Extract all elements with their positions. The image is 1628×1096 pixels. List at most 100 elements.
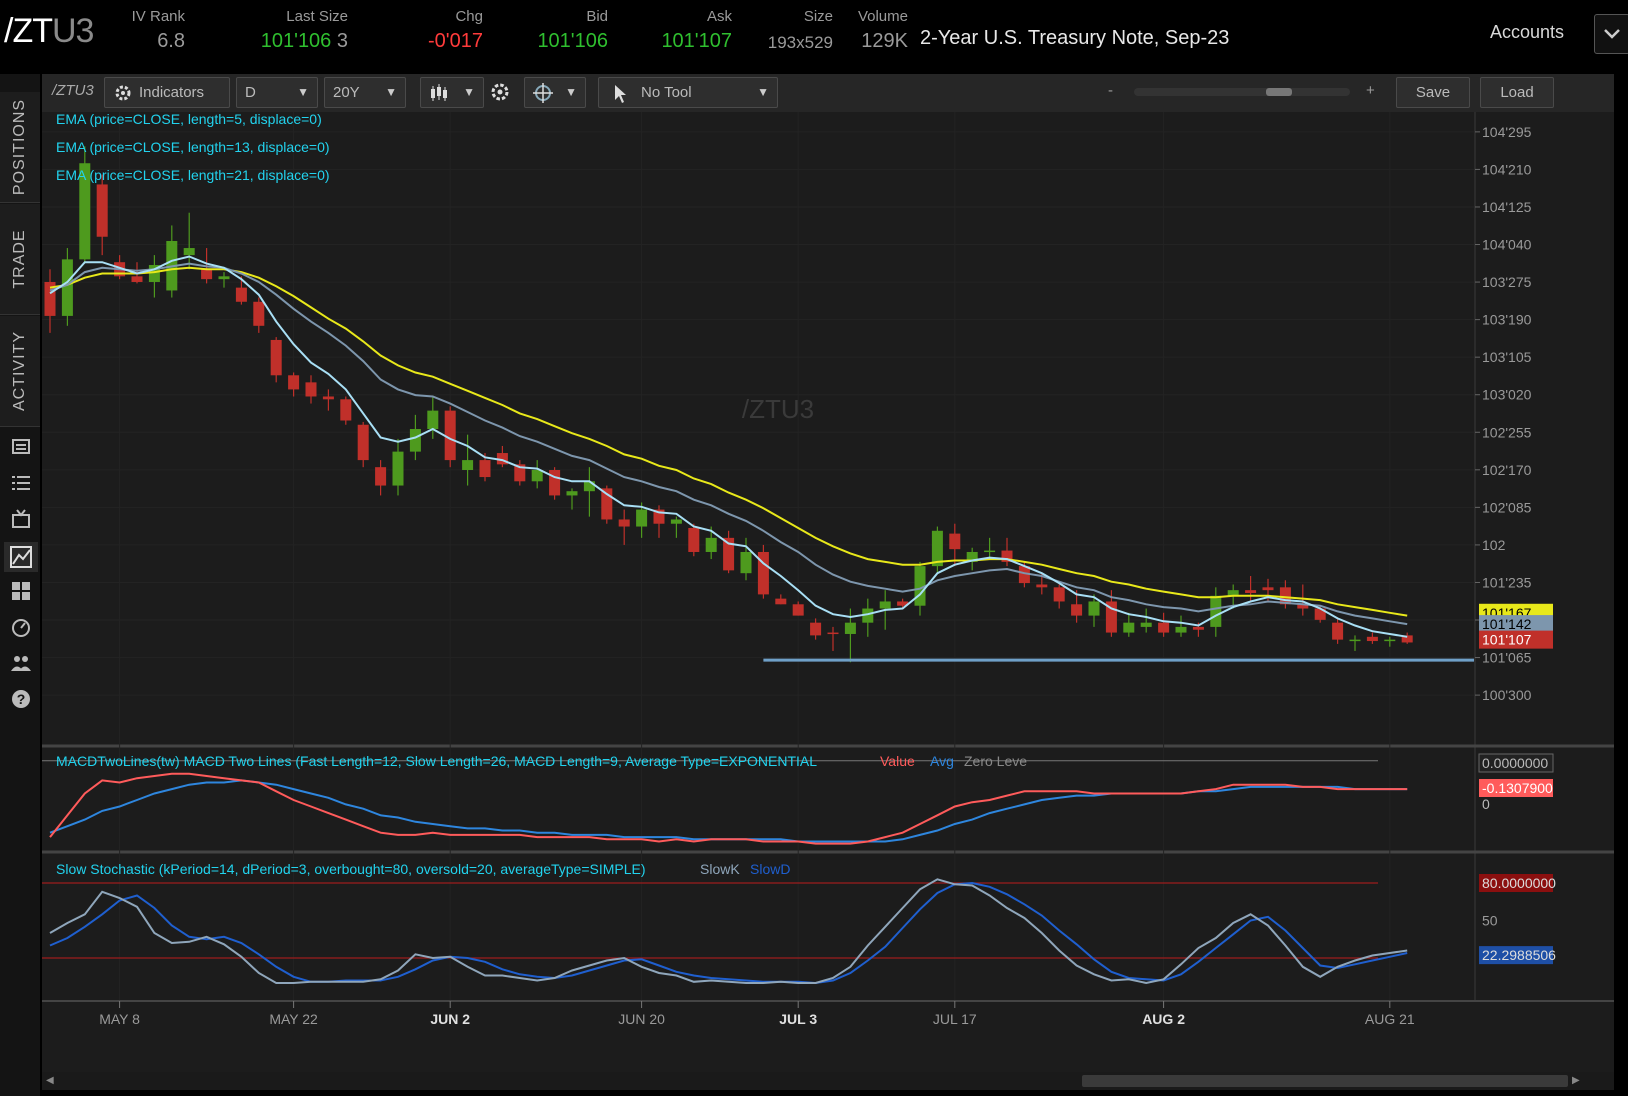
zoom-slider-track[interactable] bbox=[1134, 88, 1350, 96]
candle-body[interactable] bbox=[1158, 622, 1170, 633]
indicators-button[interactable]: Indicators bbox=[104, 77, 230, 108]
candle-body[interactable] bbox=[827, 632, 839, 635]
candle-body[interactable] bbox=[810, 622, 822, 636]
candle-body[interactable] bbox=[305, 382, 317, 397]
stochastic-axis-label: 22.2988506 bbox=[1482, 947, 1556, 963]
tab-positions[interactable]: POSITIONS bbox=[0, 92, 40, 203]
chart-symbol-field[interactable]: /ZTU3 bbox=[52, 82, 94, 99]
scroll-left-icon[interactable]: ◀ bbox=[46, 1075, 54, 1086]
tab-activity[interactable]: ACTIVITY bbox=[0, 316, 40, 427]
candle-body[interactable] bbox=[427, 410, 439, 429]
candle-body[interactable] bbox=[949, 533, 961, 550]
candle-body[interactable] bbox=[96, 184, 108, 237]
candle-body[interactable] bbox=[740, 551, 752, 574]
candle-body[interactable] bbox=[409, 429, 421, 452]
candle-body[interactable] bbox=[61, 259, 73, 316]
ema-study-label[interactable]: EMA (price=CLOSE, length=13, displace=0) bbox=[56, 139, 330, 155]
ema-study-label[interactable]: EMA (price=CLOSE, length=21, displace=0) bbox=[56, 167, 330, 183]
list-icon[interactable] bbox=[10, 472, 32, 494]
scrollbar-thumb[interactable] bbox=[1082, 1075, 1568, 1087]
aggregation-select[interactable]: D ▼ bbox=[236, 77, 318, 108]
accounts-label[interactable]: Accounts bbox=[1490, 22, 1564, 43]
settings-gear-icon[interactable] bbox=[489, 81, 511, 108]
tv-icon[interactable] bbox=[10, 508, 32, 530]
candle-body[interactable] bbox=[1349, 639, 1361, 642]
candle-body[interactable] bbox=[1210, 595, 1222, 627]
stochastic-pane[interactable]: Slow Stochastic (kPeriod=14, dPeriod=3, … bbox=[42, 861, 1556, 985]
candle-body[interactable] bbox=[1366, 636, 1378, 642]
drawing-tool-select[interactable]: No Tool ▼ bbox=[598, 77, 778, 108]
candle-body[interactable] bbox=[375, 467, 387, 486]
stochastic-legend-item: SlowK bbox=[700, 861, 740, 877]
candle-body[interactable] bbox=[479, 460, 491, 478]
price-axis-tick-label: 104'040 bbox=[1482, 237, 1532, 253]
candle-body[interactable] bbox=[1245, 590, 1257, 593]
candle-body[interactable] bbox=[218, 276, 230, 280]
candle-body[interactable] bbox=[636, 509, 648, 527]
scroll-right-icon[interactable]: ▶ bbox=[1572, 1075, 1580, 1086]
candle-body[interactable] bbox=[879, 601, 891, 609]
candle-body[interactable] bbox=[340, 399, 352, 421]
candle-body[interactable] bbox=[583, 481, 595, 492]
candle-body[interactable] bbox=[1384, 639, 1396, 642]
macd-pane[interactable]: MACDTwoLines(tw) MACD Two Lines (Fast Le… bbox=[42, 753, 1554, 845]
candle-body[interactable] bbox=[705, 537, 717, 552]
drawing-sets-select[interactable]: ▼ bbox=[524, 77, 586, 108]
stochastic-study-label[interactable]: Slow Stochastic (kPeriod=14, dPeriod=3, … bbox=[56, 861, 646, 877]
candle-body[interactable] bbox=[618, 519, 630, 527]
candle-body[interactable] bbox=[131, 276, 143, 282]
candle-body[interactable] bbox=[844, 622, 856, 634]
save-button[interactable]: Save bbox=[1396, 77, 1470, 108]
candle-body[interactable] bbox=[1262, 587, 1274, 591]
symbol-title[interactable]: /ZTU3 bbox=[4, 12, 94, 51]
tab-trade[interactable]: TRADE bbox=[0, 204, 40, 315]
time-period-select[interactable]: 20Y ▼ bbox=[324, 77, 406, 108]
candle-body[interactable] bbox=[270, 339, 282, 376]
candle-body[interactable] bbox=[462, 460, 474, 470]
people-icon[interactable] bbox=[10, 652, 32, 674]
zoom-in-button[interactable]: + bbox=[1366, 82, 1375, 99]
macd-study-label[interactable]: MACDTwoLines(tw) MACD Two Lines (Fast Le… bbox=[56, 753, 817, 769]
candle-body[interactable] bbox=[1175, 626, 1187, 633]
candle-body[interactable] bbox=[1123, 622, 1135, 633]
candle-body[interactable] bbox=[531, 469, 543, 482]
candle-body[interactable] bbox=[288, 375, 300, 390]
candle-body[interactable] bbox=[1140, 622, 1152, 627]
candle-body[interactable] bbox=[1332, 622, 1344, 640]
chart-canvas[interactable]: /ZTU3 104'295 104'210 104'125 104'040 103'27… bbox=[42, 112, 1614, 1072]
accounts-dropdown-button[interactable] bbox=[1594, 14, 1628, 54]
candle-body[interactable] bbox=[357, 424, 369, 461]
candle-body[interactable] bbox=[1088, 601, 1100, 616]
candle-body[interactable] bbox=[670, 519, 682, 524]
charts-icon[interactable] bbox=[4, 542, 38, 572]
chart-style-select[interactable]: ▼ bbox=[420, 77, 484, 108]
candle-body[interactable] bbox=[984, 550, 996, 553]
candle-body[interactable] bbox=[1036, 584, 1048, 588]
help-icon[interactable]: ? bbox=[10, 688, 32, 710]
grid-icon[interactable] bbox=[10, 580, 32, 602]
candle-body[interactable] bbox=[322, 396, 334, 400]
candle-body[interactable] bbox=[549, 469, 561, 496]
candle-body[interactable] bbox=[792, 604, 804, 616]
gauge-icon[interactable] bbox=[10, 616, 32, 638]
candle-body[interactable] bbox=[775, 598, 787, 605]
candle-body[interactable] bbox=[1071, 604, 1083, 616]
candle-body[interactable] bbox=[201, 269, 213, 280]
candle-body[interactable] bbox=[688, 527, 700, 552]
zoom-out-button[interactable]: - bbox=[1108, 82, 1113, 99]
zoom-slider-handle[interactable] bbox=[1266, 88, 1292, 96]
candle-body[interactable] bbox=[183, 248, 195, 256]
chart-horizontal-scrollbar[interactable]: ◀ ▶ bbox=[42, 1072, 1614, 1090]
candle-body[interactable] bbox=[566, 491, 578, 496]
candle-body[interactable] bbox=[1053, 587, 1065, 602]
bid-value[interactable]: 101'106 bbox=[520, 30, 608, 53]
candle-body[interactable] bbox=[1192, 626, 1204, 630]
candle-body[interactable] bbox=[444, 410, 456, 461]
load-button[interactable]: Load bbox=[1480, 77, 1554, 108]
ema-study-label[interactable]: EMA (price=CLOSE, length=5, displace=0) bbox=[56, 112, 322, 127]
ask-value[interactable]: 101'107 bbox=[640, 30, 732, 53]
candle-body[interactable] bbox=[253, 301, 265, 326]
candle-body[interactable] bbox=[235, 287, 247, 302]
candle-body[interactable] bbox=[392, 451, 404, 486]
monitor-icon[interactable] bbox=[10, 436, 32, 458]
